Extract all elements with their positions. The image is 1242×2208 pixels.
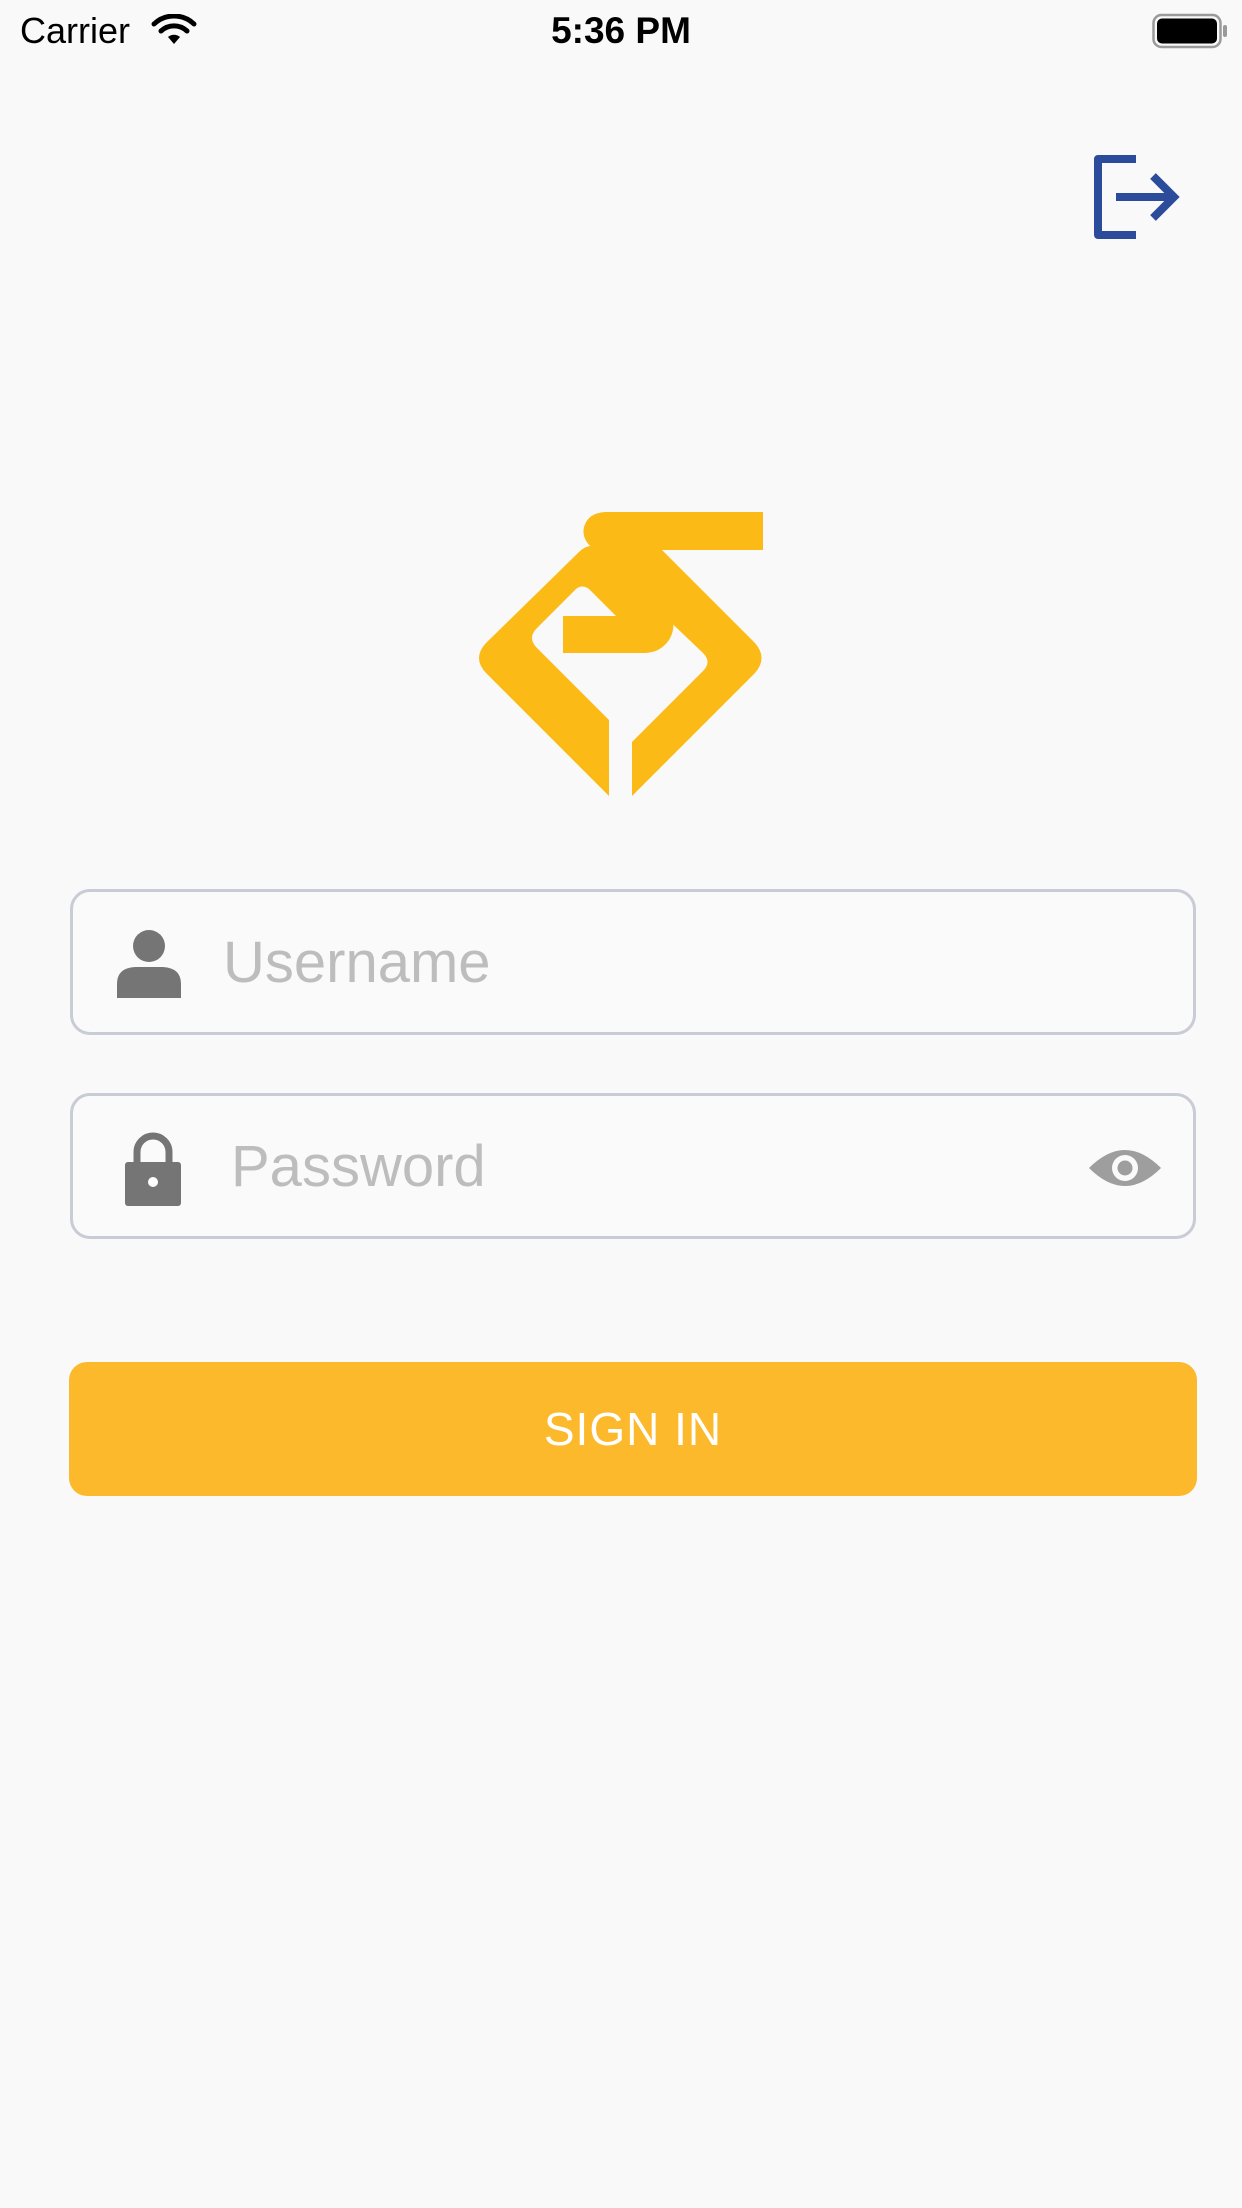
status-time: 5:36 PM [551, 10, 691, 51]
lock-icon [125, 1132, 181, 1206]
password-field[interactable] [70, 1093, 1196, 1239]
brand-logo [479, 512, 763, 796]
username-field[interactable] [70, 889, 1196, 1035]
user-icon [117, 930, 181, 998]
logout-icon[interactable] [1090, 154, 1182, 240]
sign-in-button[interactable]: SIGN IN [69, 1362, 1197, 1496]
password-input[interactable] [231, 1116, 1091, 1216]
username-input[interactable] [223, 912, 1143, 1012]
battery-icon [1152, 13, 1227, 49]
eye-icon[interactable] [1087, 1142, 1163, 1194]
status-bar: Carrier 5:36 PM [0, 0, 1242, 64]
